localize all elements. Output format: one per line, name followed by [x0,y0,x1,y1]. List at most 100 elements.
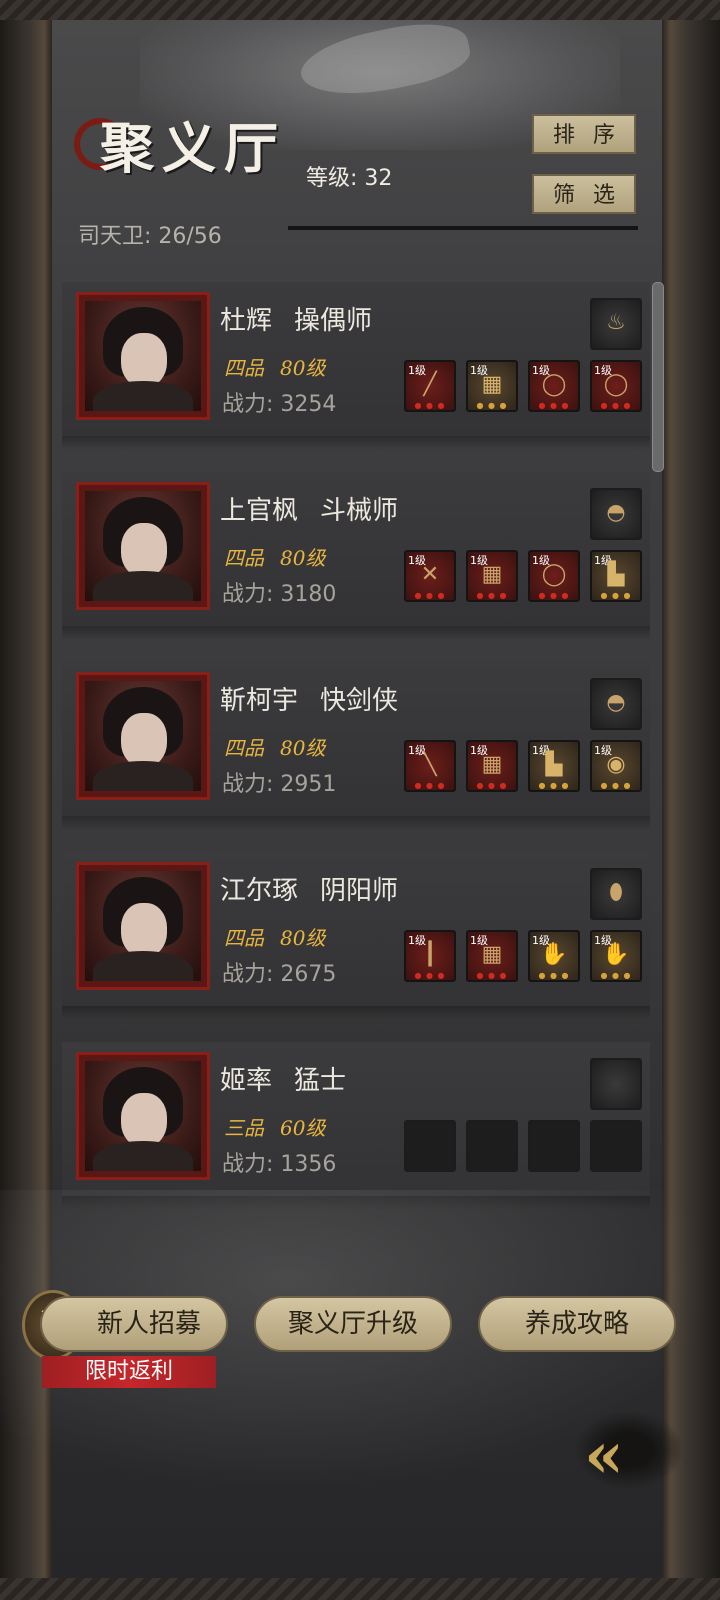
equipment-slot[interactable]: 1级 ▙ ● ● ● [528,740,580,792]
rank-row: 四品 80级 [224,542,325,571]
armor-icon: ▦ [481,562,503,587]
equipment-slot[interactable]: 1级 ✋ ● ● ● [590,930,642,982]
equipment-slot[interactable] [590,1120,642,1172]
equipment-slot[interactable]: 1级 ✕ ● ● ● [404,550,456,602]
character-name-row: 江尔琢 阴阳师 [220,870,398,907]
character-card[interactable]: 靳柯宇 快剑侠 四品 80级 战力: 2951 ◓ 1级 ╲ ● ● ● 1级 ▦ … [62,662,650,830]
character-name-row: 姬率 猛士 [220,1060,346,1097]
character-name-row: 上官枫 斗械师 [220,490,398,527]
character-portrait[interactable] [76,862,210,990]
portrait-image [85,301,201,411]
character-card[interactable]: 杜辉 操偶师 四品 80级 战力: 3254 ♨ 1级 ╱ ● ● ● 1级 ▦ ●… [62,282,650,450]
power-value: 2675 [280,962,337,987]
character-portrait[interactable] [76,482,210,610]
character-level: 80级 [280,926,326,950]
equipment-slot[interactable]: 1级 ◯ ● ● ● [528,360,580,412]
equipment-slot[interactable]: 1级 ▦ ● ● ● [466,930,518,982]
bottom-border [0,1578,720,1600]
promo-banner[interactable]: 限时返利 [42,1356,216,1388]
star-rating-icon: ● ● ● [414,591,446,600]
staff-icon: ┃ [423,942,437,967]
filter-button[interactable]: 筛选 [532,174,636,214]
character-level: 80级 [280,356,326,380]
character-portrait[interactable] [76,672,210,800]
character-class: 操偶师 [294,306,373,336]
special-item-slot[interactable]: ◓ [590,678,642,730]
equipment-slot[interactable]: 1级 ┃ ● ● ● [404,930,456,982]
star-rating-icon: ● ● ● [476,971,508,980]
spear-icon: ╱ [423,372,437,397]
character-name-row: 靳柯宇 快剑侠 [220,680,398,717]
equipment-slot[interactable] [528,1120,580,1172]
combat-power: 战力: 2675 [222,956,336,988]
character-card[interactable]: 姬率 猛士 三品 60级 战力: 1356 [62,1042,650,1210]
star-rating-icon: ● ● ● [476,401,508,410]
character-name: 姬率 [220,1066,273,1096]
guide-button[interactable]: 养成攻略 [478,1296,676,1352]
ring-icon: ◯ [603,372,629,397]
power-label: 战力: [222,1152,274,1177]
star-rating-icon: ● ● ● [476,781,508,790]
special-item-slot[interactable]: ♨ [590,298,642,350]
power-value: 1356 [280,1152,337,1177]
star-rating-icon: ● ● ● [538,401,570,410]
equipment-slot[interactable] [404,1120,456,1172]
equipment-slot[interactable] [466,1120,518,1172]
lamp-icon: ♨ [606,310,626,335]
gauntlet-icon: ◓ [606,500,626,525]
equipment-slot[interactable]: 1级 ◉ ● ● ● [590,740,642,792]
character-rank: 三品 [224,1116,264,1140]
equipment-slot[interactable]: 1级 ◯ ● ● ● [590,360,642,412]
armor-icon: ▦ [481,752,503,777]
recruit-button[interactable]: 新人招募 [40,1296,228,1352]
glove-icon: ✋ [540,942,568,967]
special-item-slot[interactable]: ◓ [590,488,642,540]
special-item-slot[interactable]: ⬮ [590,868,642,920]
ring-icon: ◯ [541,562,567,587]
power-value: 2951 [280,772,337,797]
equipment-slot[interactable]: 1级 ▦ ● ● ● [466,550,518,602]
equipment-slot[interactable]: 1级 ◯ ● ● ● [528,550,580,602]
hall-level: 等级: 32 [306,160,392,192]
special-item-slot[interactable] [590,1058,642,1110]
equipment-slot[interactable]: 1级 ▦ ● ● ● [466,360,518,412]
character-rank: 四品 [224,546,264,570]
armor-icon: ▦ [481,942,503,967]
sort-button[interactable]: 排序 [532,114,636,154]
equipment-slot[interactable]: 1级 ╱ ● ● ● [404,360,456,412]
equipment-slot[interactable]: 1级 ╲ ● ● ● [404,740,456,792]
hall-upgrade-button[interactable]: 聚义厅升级 [254,1296,452,1352]
character-class: 阴阳师 [320,876,399,906]
star-rating-icon: ● ● ● [414,971,446,980]
character-card[interactable]: 上官枫 斗械师 四品 80级 战力: 3180 ◓ 1级 ✕ ● ● ● 1级 ▦ … [62,472,650,640]
power-label: 战力: [222,582,274,607]
back-chevron-icon[interactable]: « [584,1418,624,1493]
star-rating-icon: ● ● ● [476,591,508,600]
star-rating-icon: ● ● ● [600,401,632,410]
power-value: 3254 [280,392,337,417]
boots-icon: ▙ [607,562,625,587]
scrollbar[interactable] [652,282,664,472]
portrait-image [85,681,201,791]
gem-icon: ⬮ [609,880,623,905]
character-name: 江尔琢 [220,876,299,906]
armor-icon: ▦ [481,372,503,397]
character-rank: 四品 [224,926,264,950]
pendant-icon: ◉ [606,752,626,777]
character-portrait[interactable] [76,1052,210,1180]
power-label: 战力: [222,772,274,797]
star-rating-icon: ● ● ● [600,591,632,600]
glove-icon: ✋ [602,942,630,967]
equipment-slot[interactable]: 1级 ▙ ● ● ● [590,550,642,602]
star-rating-icon: ● ● ● [538,781,570,790]
portrait-image [85,491,201,601]
character-card[interactable]: 江尔琢 阴阳师 四品 80级 战力: 2675 ⬮ 1级 ┃ ● ● ● 1级 ▦ … [62,852,650,1020]
character-name-row: 杜辉 操偶师 [220,300,372,337]
character-portrait[interactable] [76,292,210,420]
combat-power: 战力: 3180 [222,576,336,608]
equipment-slot[interactable]: 1级 ▦ ● ● ● [466,740,518,792]
character-rank: 四品 [224,356,264,380]
equipment-slot[interactable]: 1级 ✋ ● ● ● [528,930,580,982]
ring-icon: ◯ [541,372,567,397]
character-class: 快剑侠 [320,686,399,716]
